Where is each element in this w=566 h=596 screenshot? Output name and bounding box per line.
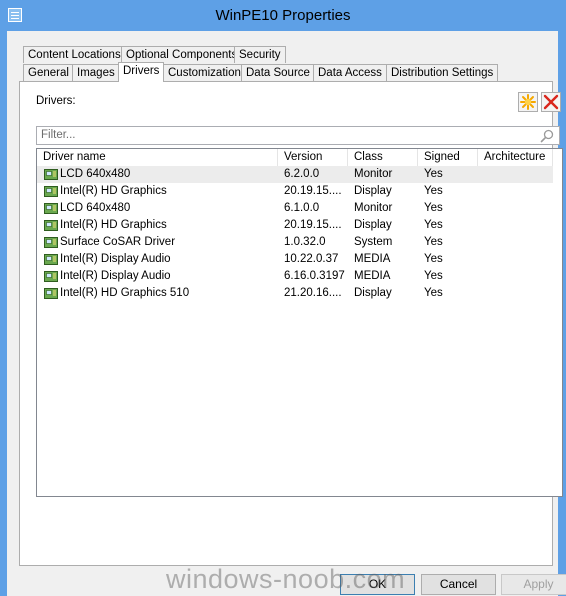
delete-x-icon <box>543 94 559 110</box>
driver-icon <box>44 220 58 231</box>
driver-class: Monitor <box>354 202 393 214</box>
driver-class: Display <box>354 287 392 299</box>
apply-button[interactable]: Apply <box>501 574 566 595</box>
driver-version: 20.19.15.... <box>284 185 342 197</box>
driver-name: Intel(R) HD Graphics <box>60 185 167 197</box>
driver-icon <box>44 288 58 299</box>
driver-class: Display <box>354 185 392 197</box>
tab-content-locations[interactable]: Content Locations <box>23 46 126 63</box>
driver-signed: Yes <box>424 219 443 231</box>
driver-version: 1.0.32.0 <box>284 236 326 248</box>
add-driver-button[interactable] <box>518 92 538 112</box>
table-row[interactable]: Intel(R) HD Graphics 20.19.15.... Display Y… <box>37 183 562 200</box>
table-row[interactable]: Surface CoSAR Driver 1.0.32.0 System Yes <box>37 234 562 251</box>
tab-general[interactable]: General <box>23 64 74 81</box>
new-star-icon <box>520 94 536 110</box>
driver-signed: Yes <box>424 270 443 282</box>
driver-icon <box>44 237 58 248</box>
cancel-button[interactable]: Cancel <box>421 574 496 595</box>
tab-images[interactable]: Images <box>72 64 120 81</box>
driver-version: 10.22.0.37 <box>284 253 339 265</box>
column-header-driver-name[interactable]: Driver name <box>37 149 278 166</box>
title-bar[interactable]: WinPE10 Properties <box>0 0 566 31</box>
drivers-list[interactable]: Driver name Version Class Signed Archite… <box>36 148 563 497</box>
column-header-architecture[interactable]: Architecture <box>478 149 553 166</box>
tab-distribution-settings[interactable]: Distribution Settings <box>386 64 499 81</box>
driver-class: Monitor <box>354 168 393 180</box>
driver-name: Intel(R) Display Audio <box>60 253 171 265</box>
search-icon[interactable] <box>539 128 555 144</box>
driver-icon <box>44 186 58 197</box>
table-row[interactable]: Intel(R) HD Graphics 20.19.15.... Display Y… <box>37 217 562 234</box>
driver-icon <box>44 203 58 214</box>
driver-version: 6.16.0.3197 <box>284 270 345 282</box>
driver-signed: Yes <box>424 287 443 299</box>
driver-name: Surface CoSAR Driver <box>60 236 176 248</box>
driver-signed: Yes <box>424 253 443 265</box>
driver-icon <box>44 169 58 180</box>
driver-class: Display <box>354 219 392 231</box>
driver-signed: Yes <box>424 236 443 248</box>
table-row[interactable]: Intel(R) HD Graphics 510 21.20.16.... Disp… <box>37 285 562 302</box>
drivers-label: Drivers: <box>36 95 76 107</box>
driver-name: LCD 640x480 <box>60 202 131 214</box>
window-frame-left <box>0 0 7 596</box>
table-row[interactable]: Intel(R) Display Audio 10.22.0.37 MEDIA Yes <box>37 251 562 268</box>
window-title: WinPE10 Properties <box>215 7 351 24</box>
table-row[interactable]: Intel(R) Display Audio 6.16.0.3197 MEDIA Ye… <box>37 268 562 285</box>
driver-version: 6.1.0.0 <box>284 202 320 214</box>
filter-input[interactable]: Filter... <box>36 126 560 145</box>
driver-icon <box>44 271 58 282</box>
tab-data-access[interactable]: Data Access <box>313 64 387 81</box>
tab-security[interactable]: Security <box>234 46 286 63</box>
driver-signed: Yes <box>424 168 443 180</box>
driver-signed: Yes <box>424 185 443 197</box>
tab-customization[interactable]: Customization <box>163 64 246 81</box>
table-row[interactable]: LCD 640x480 6.1.0.0 Monitor Yes <box>37 200 562 217</box>
driver-name: Intel(R) Display Audio <box>60 270 171 282</box>
tab-data-source[interactable]: Data Source <box>241 64 315 81</box>
column-header-signed[interactable]: Signed <box>418 149 478 166</box>
tab-optional-components[interactable]: Optional Components <box>121 46 243 63</box>
driver-class: MEDIA <box>354 253 391 265</box>
driver-icon <box>44 254 58 265</box>
remove-driver-button[interactable] <box>541 92 561 112</box>
ok-button[interactable]: OK <box>340 574 415 595</box>
tab-drivers[interactable]: Drivers <box>118 62 165 82</box>
driver-version: 6.2.0.0 <box>284 168 320 180</box>
column-header-version[interactable]: Version <box>278 149 348 166</box>
filter-placeholder: Filter... <box>41 129 76 141</box>
driver-version: 21.20.16.... <box>284 287 342 299</box>
driver-name: Intel(R) HD Graphics <box>60 219 167 231</box>
table-row[interactable]: LCD 640x480 6.2.0.0 Monitor Yes <box>37 166 553 183</box>
driver-class: MEDIA <box>354 270 391 282</box>
driver-signed: Yes <box>424 202 443 214</box>
driver-version: 20.19.15.... <box>284 219 342 231</box>
driver-name: Intel(R) HD Graphics 510 <box>60 287 190 299</box>
column-header-class[interactable]: Class <box>348 149 418 166</box>
driver-name: LCD 640x480 <box>60 168 131 180</box>
driver-class: System <box>354 236 393 248</box>
